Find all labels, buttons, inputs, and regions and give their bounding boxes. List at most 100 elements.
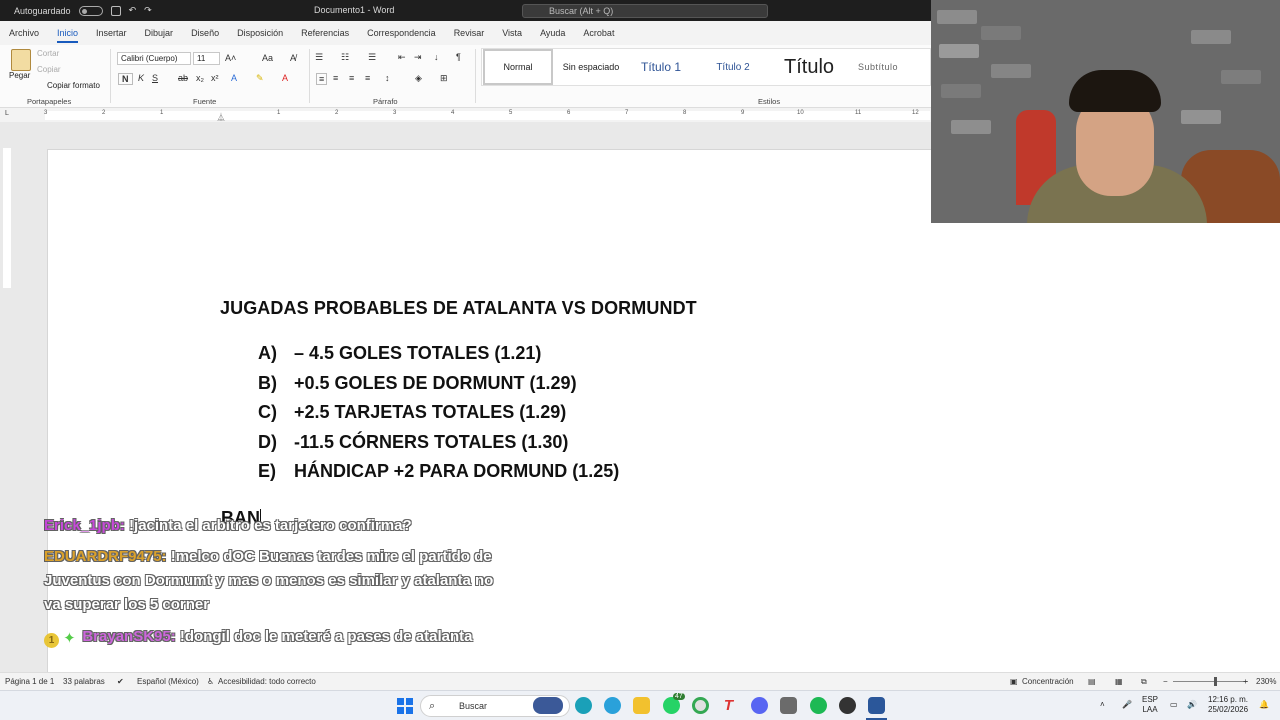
zoom-out-icon[interactable]: − — [1163, 677, 1168, 686]
subscript-icon[interactable]: x₂ — [196, 73, 204, 83]
input-language-line2: LAA — [1142, 705, 1158, 714]
decrease-indent-icon[interactable]: ⇤ — [398, 52, 406, 63]
style-sin-espaciado[interactable]: Sin espaciado — [556, 49, 626, 85]
underline-icon[interactable]: S — [152, 73, 158, 83]
volume-icon[interactable]: 🔊 — [1187, 700, 1197, 710]
line-spacing-icon[interactable]: ↕ — [385, 73, 390, 83]
accessibility-icon[interactable]: ♿ — [207, 677, 214, 686]
style-titulo[interactable]: Título — [774, 49, 844, 85]
page-count[interactable]: Página 1 de 1 — [5, 677, 54, 686]
bullets-icon[interactable]: ☰ — [315, 52, 323, 63]
align-left-icon[interactable]: ≡ — [316, 73, 328, 85]
word-icon[interactable] — [868, 697, 885, 714]
save-icon[interactable] — [110, 5, 121, 16]
horizontal-ruler[interactable]: L 3 2 1 ⏅ 1 2 3 4 5 6 7 8 9 10 11 12 — [0, 108, 931, 122]
text-effects-icon[interactable]: A — [231, 73, 237, 83]
highlight-icon[interactable]: ✎ — [256, 73, 264, 84]
spotify-icon[interactable] — [810, 697, 827, 714]
document-title: Documento1 - Word — [314, 5, 395, 15]
language-status[interactable]: Español (México) — [137, 677, 199, 686]
tab-diseno[interactable]: Diseño — [191, 28, 219, 38]
increase-indent-icon[interactable]: ⇥ — [414, 52, 422, 63]
font-size-select[interactable]: 11 — [193, 52, 220, 65]
italic-icon[interactable]: K — [138, 73, 144, 83]
justify-icon[interactable]: ≡ — [365, 73, 370, 83]
tab-stop-selector-icon[interactable]: L — [5, 110, 9, 117]
grow-font-icon[interactable]: A˄ — [225, 53, 236, 63]
list-item: B) +0.5 GOLES DE DORMUNT (1.29) — [258, 373, 577, 394]
edge-icon[interactable] — [575, 697, 592, 714]
autosave-toggle[interactable] — [78, 5, 103, 16]
tab-ayuda[interactable]: Ayuda — [540, 28, 565, 38]
tab-insertar[interactable]: Insertar — [96, 28, 127, 38]
clear-format-icon[interactable]: A̸ — [290, 53, 296, 63]
chrome-icon[interactable] — [692, 697, 709, 714]
shading-icon[interactable]: ◈ — [415, 73, 422, 84]
group-divider — [110, 49, 111, 103]
show-hidden-icons[interactable]: ˄ — [1100, 700, 1105, 710]
input-language[interactable]: ESP LAA — [1142, 695, 1158, 715]
word-count[interactable]: 33 palabras — [63, 677, 105, 686]
typora-icon[interactable]: T — [720, 697, 737, 714]
undo-icon[interactable]: ↶ — [129, 5, 137, 16]
tab-inicio[interactable]: Inicio — [57, 28, 79, 43]
tab-referencias[interactable]: Referencias — [301, 28, 349, 38]
superscript-icon[interactable]: x² — [211, 73, 219, 83]
tab-correspondencia[interactable]: Correspondencia — [367, 28, 436, 38]
windows-start-icon[interactable] — [397, 698, 413, 714]
tab-vista[interactable]: Vista — [502, 28, 522, 38]
tab-disposicion[interactable]: Disposición — [237, 28, 283, 38]
webcam-overlay — [931, 0, 1280, 223]
calculator-icon[interactable] — [780, 697, 797, 714]
accessibility-status[interactable]: Accesibilidad: todo correcto — [218, 677, 316, 686]
focus-icon[interactable]: ▣ — [1010, 677, 1018, 686]
telegram-icon[interactable] — [604, 697, 621, 714]
tab-revisar[interactable]: Revisar — [454, 28, 485, 38]
paste-button[interactable]: Pegar — [9, 71, 30, 80]
align-center-icon[interactable]: ≡ — [333, 73, 338, 83]
style-titulo-2[interactable]: Título 2 — [704, 49, 762, 85]
quick-access-toolbar: Autoguardado ↶ ↷ — [14, 5, 152, 16]
style-normal[interactable]: Normal — [483, 49, 553, 85]
cut-button[interactable]: Cortar — [37, 49, 59, 58]
search-highlight-icon[interactable] — [533, 697, 563, 714]
zoom-slider[interactable] — [1173, 681, 1248, 682]
focus-mode[interactable]: Concentración — [1022, 677, 1074, 686]
strikethrough-icon[interactable]: ab — [178, 73, 188, 83]
style-titulo-1[interactable]: Título 1 — [632, 49, 690, 85]
paste-icon[interactable] — [11, 49, 31, 71]
zoom-level[interactable]: 230% — [1256, 677, 1276, 686]
copy-button[interactable]: Copiar — [37, 65, 61, 74]
clock[interactable]: 12:16 p. m. 25/02/2026 — [1208, 695, 1248, 715]
sort-icon[interactable]: ↓ — [434, 52, 439, 62]
show-marks-icon[interactable]: ¶ — [456, 52, 461, 62]
sub-badge-icon: 1 — [44, 633, 59, 648]
tab-dibujar[interactable]: Dibujar — [145, 28, 174, 38]
notifications-icon[interactable]: 🔔 — [1259, 700, 1269, 710]
font-color-icon[interactable]: A — [282, 73, 288, 83]
bold-icon[interactable]: N — [118, 73, 133, 85]
print-layout-icon[interactable]: ▦ — [1115, 677, 1123, 686]
font-name-select[interactable]: Calibri (Cuerpo) — [117, 52, 191, 65]
redo-icon[interactable]: ↷ — [144, 5, 152, 16]
file-explorer-icon[interactable] — [633, 697, 650, 714]
discord-icon[interactable] — [751, 697, 768, 714]
borders-icon[interactable]: ⊞ — [440, 73, 448, 84]
title-search-box[interactable]: Buscar (Alt + Q) — [522, 4, 768, 18]
numbering-icon[interactable]: ☷ — [341, 52, 349, 63]
tab-acrobat[interactable]: Acrobat — [583, 28, 614, 38]
zoom-in-icon[interactable]: + — [1243, 677, 1248, 686]
style-subtitulo[interactable]: Subtítulo — [848, 49, 908, 85]
proofing-icon[interactable]: ✔ — [117, 677, 124, 686]
change-case-icon[interactable]: Aa — [262, 53, 273, 63]
microphone-icon[interactable]: 🎤 — [1122, 700, 1132, 710]
read-mode-icon[interactable]: ▤ — [1088, 677, 1096, 686]
web-layout-icon[interactable]: ⧉ — [1141, 677, 1147, 687]
tab-archivo[interactable]: Archivo — [9, 28, 39, 38]
format-painter-button[interactable]: Copiar formato — [47, 81, 100, 90]
obs-icon[interactable] — [839, 697, 856, 714]
zoom-slider-thumb[interactable] — [1214, 677, 1217, 686]
multilevel-list-icon[interactable]: ☰ — [368, 52, 376, 63]
network-icon[interactable]: ▭ — [1170, 700, 1178, 710]
align-right-icon[interactable]: ≡ — [349, 73, 354, 83]
